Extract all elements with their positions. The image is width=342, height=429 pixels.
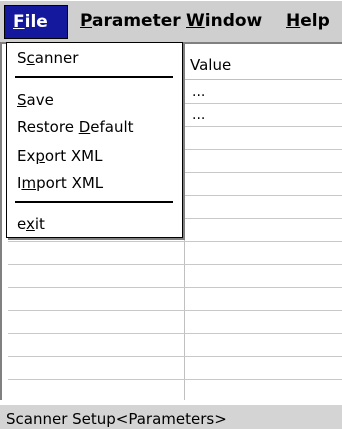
menu-item-restore-default[interactable]: Restore Default	[17, 118, 134, 136]
menu-item-export-xml[interactable]: Export XML	[17, 147, 102, 165]
menu-help-label: elp	[300, 11, 330, 31]
menu-item-import-post: port XML	[36, 174, 104, 192]
menu-item-export-post: ort XML	[44, 147, 103, 165]
grid-row-line	[8, 241, 342, 242]
grid-row-line	[8, 333, 342, 334]
menu-separator	[15, 201, 173, 203]
status-text: Scanner Setup<Parameters>	[6, 410, 227, 428]
menu-separator	[15, 76, 173, 78]
menu-item-import-xml[interactable]: Import XML	[17, 174, 103, 192]
menu-parameter-accel: P	[80, 11, 93, 31]
grid-row-line	[8, 287, 342, 288]
menu-item-save[interactable]: Save	[17, 91, 54, 109]
row-value[interactable]: ...	[192, 84, 205, 100]
row-value[interactable]: ...	[192, 107, 205, 123]
menu-item-exit-accel: x	[25, 215, 35, 233]
app-screen: Value ... ... File Parameter Window Help…	[0, 0, 342, 429]
grid-row-line	[8, 264, 342, 265]
menu-item-scanner-pre: S	[17, 49, 27, 67]
value-header-label: Value	[190, 56, 232, 74]
menu-item-save-accel: S	[17, 91, 27, 109]
menu-file-accel: F	[13, 12, 25, 32]
file-dropdown-menu: Scanner Save Restore Default Export XML …	[6, 42, 183, 238]
menu-item-import-accel: m	[21, 174, 37, 192]
menu-item-exit[interactable]: exit	[17, 215, 45, 233]
menu-item-scanner-accel: c	[26, 49, 35, 67]
menu-item-restore-pre: Restore	[17, 118, 79, 136]
menu-item-exit-post: it	[34, 215, 45, 233]
menu-window-accel: W	[186, 11, 205, 31]
column-divider[interactable]	[184, 46, 185, 400]
menu-item-export-accel: p	[35, 147, 45, 165]
menu-bar: File Parameter Window Help	[0, 0, 342, 42]
menu-item-export-pre: Ex	[17, 147, 36, 165]
grid-row-line	[8, 379, 342, 380]
menu-window-label: indow	[204, 11, 263, 31]
menu-file-label: ile	[24, 12, 48, 32]
menu-item-scanner[interactable]: Scanner	[17, 49, 78, 67]
menu-help[interactable]: Help	[278, 5, 338, 39]
menu-item-scanner-post: anner	[34, 49, 79, 67]
grid-row-line	[8, 310, 342, 311]
menu-parameter-label: arameter	[92, 11, 181, 31]
menu-item-restore-post: efault	[90, 118, 134, 136]
value-column-header[interactable]: Value	[184, 54, 342, 80]
menu-parameter[interactable]: Parameter	[72, 5, 181, 39]
menu-window[interactable]: Window	[178, 5, 278, 39]
menu-help-accel: H	[286, 11, 301, 31]
menu-item-save-post: ave	[26, 91, 54, 109]
menu-item-restore-accel: D	[78, 118, 91, 136]
status-bar: Scanner Setup<Parameters>	[0, 403, 342, 429]
menu-file[interactable]: File	[4, 5, 68, 39]
menu-item-exit-pre: e	[17, 215, 26, 233]
grid-row-line	[8, 356, 342, 357]
